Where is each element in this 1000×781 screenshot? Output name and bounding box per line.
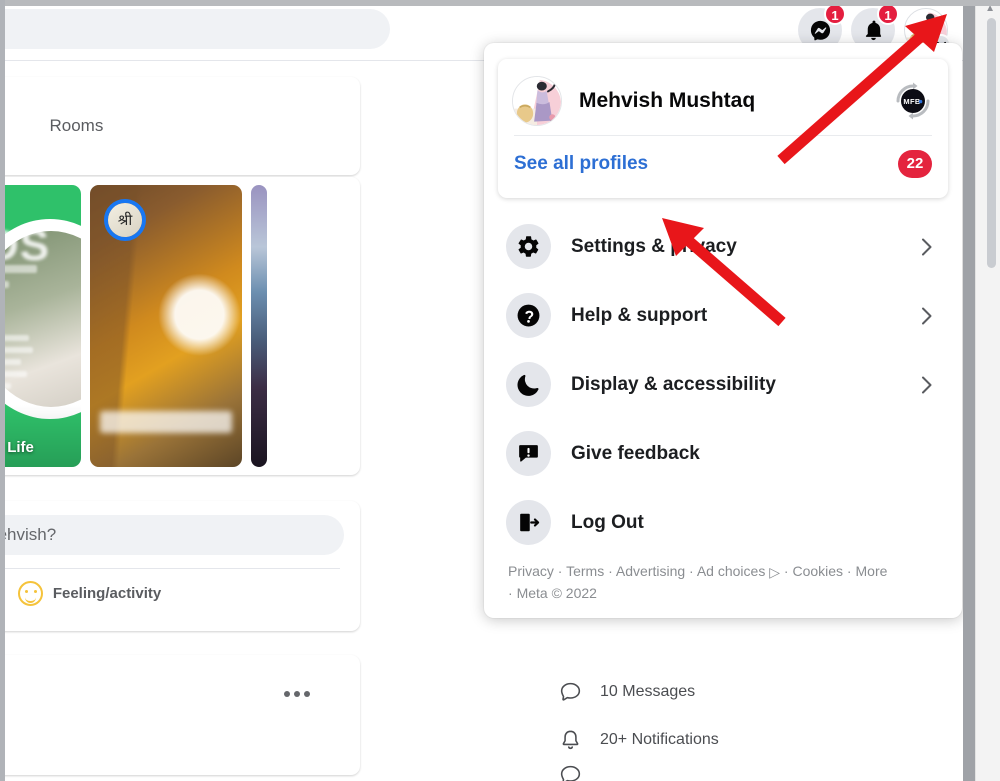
composer-actions: hoto/video Feeling/activity <box>0 569 344 617</box>
composer-feeling-label: Feeling/activity <box>52 584 162 602</box>
menu-item-help-support[interactable]: Help & support <box>498 281 948 350</box>
footer-link-advertising[interactable]: Advertising <box>616 563 685 579</box>
footer-sep: · <box>685 563 697 579</box>
right-rail: 10 Messages 20+ Notifications <box>558 668 958 781</box>
footer-meta-copyright: Meta © 2022 <box>516 584 597 601</box>
window-edge <box>963 0 975 781</box>
story-label: Kashmir Life <box>0 439 34 456</box>
composer-input[interactable]: , Mehvish? <box>0 515 344 555</box>
feed-column: Reels Rooms AIDS KASHMIR <box>0 77 360 775</box>
chevron-right-icon <box>916 374 938 396</box>
rail-item-label: 20+ Notifications <box>600 731 719 748</box>
menu-item-give-feedback[interactable]: Give feedback <box>498 419 948 488</box>
footer-sep: · <box>508 584 517 601</box>
page-scrollbar[interactable]: ▲ <box>975 0 1000 781</box>
svg-text:MFB: MFB <box>903 97 920 106</box>
profile-name: Mehvish Mushtaq <box>579 89 756 112</box>
window-edge-left <box>0 0 5 781</box>
post-composer: , Mehvish? hoto/video Feeling/activity <box>0 501 360 631</box>
story-author-avatar: श्री <box>104 199 146 241</box>
feed-post <box>0 655 360 775</box>
rail-item-promotion[interactable] <box>558 764 958 781</box>
see-all-profiles-badge: 22 <box>898 150 932 178</box>
footer-link-ad-choices[interactable]: Ad choices <box>697 563 765 579</box>
footer-sep: · <box>604 563 616 579</box>
feeling-activity-icon <box>17 580 43 606</box>
page-root: 1 1 Rooms DS Life श्री hvish? Feeling/ac… <box>0 0 1000 781</box>
profile-avatar <box>512 76 562 126</box>
notifications-badge: 1 <box>877 3 899 25</box>
profile-row[interactable]: Mehvish Mushtaq MFB <box>512 69 934 133</box>
chevron-right-icon <box>916 305 938 327</box>
menu-item-label: Give feedback <box>571 442 700 464</box>
rail-item-messages[interactable]: 10 Messages <box>558 668 958 716</box>
menu-item-log-out[interactable]: Log Out <box>498 488 948 557</box>
menu-item-label: Settings & privacy <box>571 235 737 257</box>
avatar-illustration-icon <box>513 77 561 125</box>
story-card[interactable] <box>251 185 267 467</box>
chevron-right-icon <box>916 236 938 258</box>
footer-sep: · <box>780 563 793 579</box>
see-all-profiles-link[interactable]: See all profiles 22 <box>512 136 934 192</box>
tab-rooms[interactable]: Rooms <box>49 116 103 136</box>
footer-sep: · <box>553 563 567 579</box>
rail-item-notifications[interactable]: 20+ Notifications <box>558 716 958 764</box>
feedback-icon <box>506 431 551 476</box>
story-card[interactable]: AIDS KASHMIR Life Kashmir Life <box>0 185 81 467</box>
feed-tabs: Reels Rooms <box>0 77 360 175</box>
logout-icon <box>506 500 551 545</box>
ad-choices-icon: ▷ <box>769 564 780 580</box>
dropdown-menu-list: Settings & privacy Help & support Displa… <box>498 212 948 557</box>
menu-item-settings-privacy[interactable]: Settings & privacy <box>498 212 948 281</box>
footer-sep: · <box>843 563 856 579</box>
window-edge-top <box>0 0 1000 6</box>
account-dropdown-menu: Mehvish Mushtaq MFB See all profiles 22 <box>484 43 962 619</box>
bell-outline-icon <box>562 730 579 749</box>
see-all-profiles-label: See all profiles <box>514 153 649 174</box>
menu-item-label: Display & accessibility <box>571 373 776 395</box>
menu-item-label: Log Out <box>571 511 644 533</box>
footer-link-more[interactable]: More <box>856 563 888 579</box>
profile-card: Mehvish Mushtaq MFB See all profiles 22 <box>498 59 948 198</box>
story-card[interactable]: श्री <box>90 185 242 467</box>
stories-carousel: AIDS KASHMIR Life Kashmir Life <box>0 177 360 475</box>
menu-item-label: Help & support <box>571 304 708 326</box>
profile-switch-icon: MFB <box>896 82 930 120</box>
search-input[interactable] <box>0 9 390 49</box>
composer-placeholder: , Mehvish? <box>0 525 57 544</box>
moon-icon <box>506 362 551 407</box>
footer-link-privacy[interactable]: Privacy <box>508 563 554 579</box>
question-mark-icon <box>506 293 551 338</box>
message-bubble-icon <box>560 682 581 701</box>
messenger-badge: 1 <box>824 3 846 25</box>
gear-icon <box>506 224 551 269</box>
profile-switch-button[interactable]: MFB <box>892 80 934 122</box>
composer-feeling-activity-button[interactable]: Feeling/activity <box>17 580 162 606</box>
footer-link-cookies[interactable]: Cookies <box>792 563 843 579</box>
more-options-icon[interactable] <box>280 683 314 705</box>
promotion-icon <box>560 765 581 781</box>
rail-item-label: 10 Messages <box>600 683 696 700</box>
menu-item-display-accessibility[interactable]: Display & accessibility <box>498 350 948 419</box>
dropdown-footer-links: Privacy · Terms · Advertising · Ad choic… <box>498 557 898 608</box>
scrollbar-thumb[interactable] <box>987 18 996 268</box>
footer-link-terms[interactable]: Terms <box>566 563 604 579</box>
